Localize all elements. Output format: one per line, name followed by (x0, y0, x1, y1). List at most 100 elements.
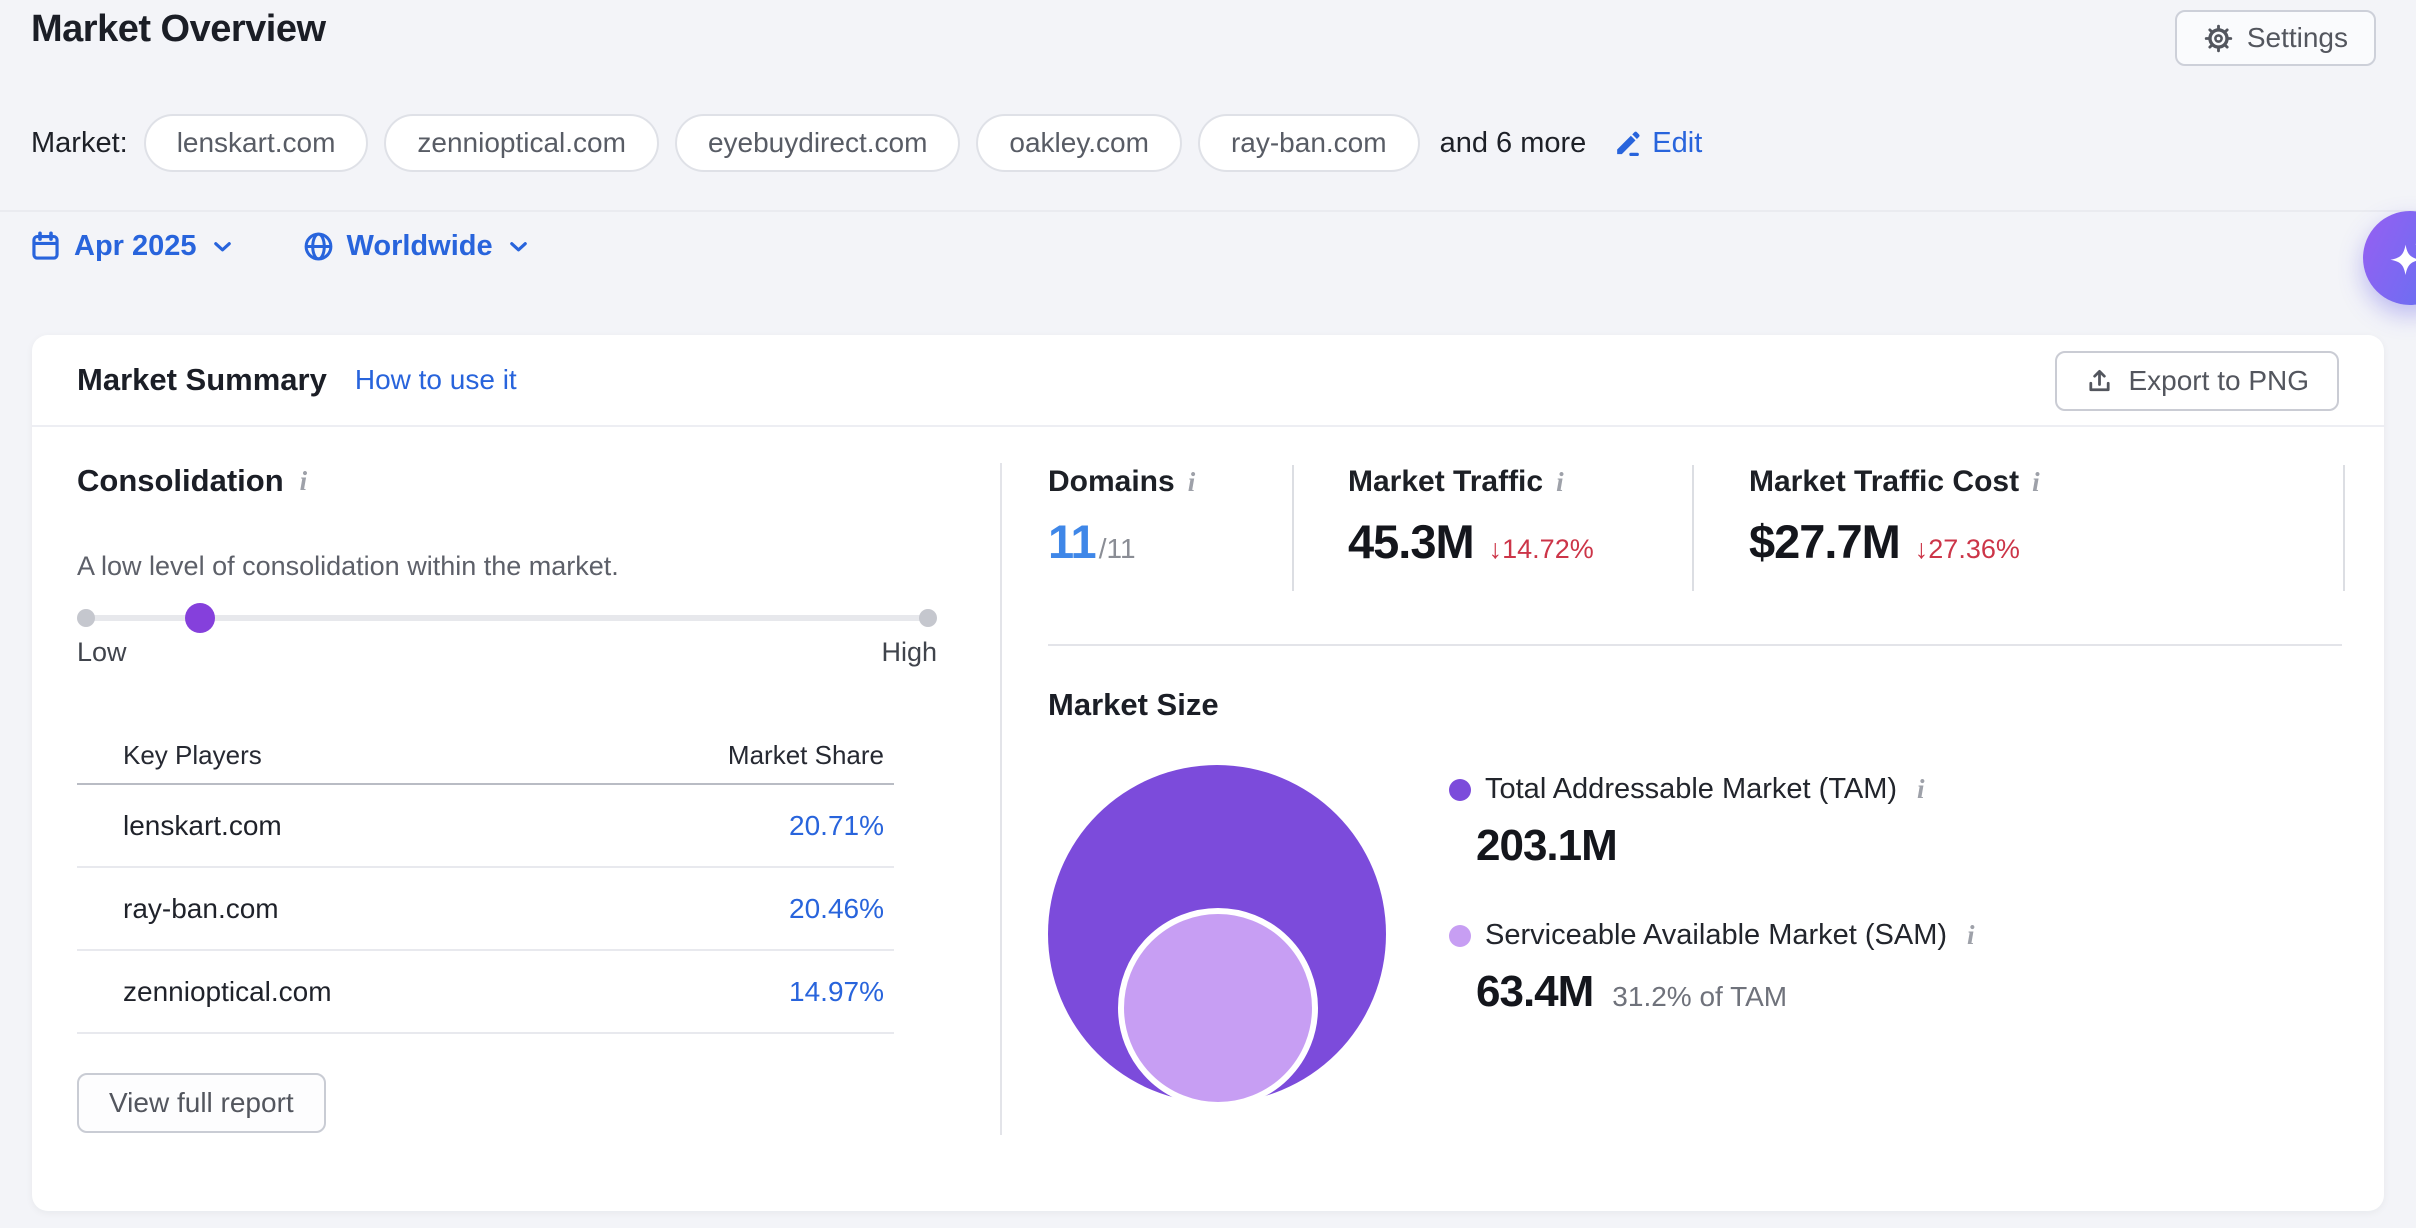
export-png-label: Export to PNG (2128, 365, 2309, 397)
date-filter-label: Apr 2025 (74, 230, 197, 263)
stat-domains: Domains 11 /11 (1048, 465, 1292, 591)
market-domain-pill[interactable]: zennioptical.com (384, 114, 659, 172)
market-domain-pill[interactable]: lenskart.com (144, 114, 369, 172)
market-overview-page: Market Overview Settings Marke (0, 0, 2416, 1228)
legend-item-sam: Serviceable Available Market (SAM) 63.4M… (1449, 919, 1975, 1017)
sam-dot-icon (1449, 925, 1471, 947)
globe-icon (302, 230, 335, 263)
tam-label: Total Addressable Market (TAM) (1485, 773, 1897, 806)
table-row: ray-ban.com 20.46% (77, 868, 894, 951)
player-domain: zennioptical.com (123, 976, 332, 1008)
col-market-share: Market Share (728, 740, 884, 771)
settings-button[interactable]: Settings (2175, 10, 2376, 66)
stat-label-text: Market Traffic (1348, 465, 1543, 499)
table-row: zennioptical.com 14.97% (77, 951, 894, 1034)
col-key-players: Key Players (123, 740, 262, 771)
table-header-row: Key Players Market Share (77, 727, 894, 785)
info-icon[interactable] (1188, 467, 1196, 498)
key-players-table: Key Players Market Share lenskart.com 20… (77, 727, 894, 1034)
gauge-end-low (77, 609, 95, 627)
traffic-value: 45.3M (1348, 514, 1474, 569)
market-domain-pill[interactable]: ray-ban.com (1198, 114, 1420, 172)
stat-domains-value-row: 11 /11 (1048, 514, 1292, 569)
sam-label-row: Serviceable Available Market (SAM) (1449, 919, 1975, 952)
chevron-down-icon (209, 233, 236, 260)
chevron-down-icon (505, 233, 532, 260)
settings-label: Settings (2247, 22, 2348, 54)
market-label: Market: (31, 127, 128, 160)
info-icon[interactable] (2032, 467, 2040, 498)
consolidation-title: Consolidation (77, 463, 307, 499)
sam-percent-note: 31.2% of TAM (1612, 981, 1787, 1013)
column-divider (1000, 463, 1002, 1135)
info-icon[interactable] (1556, 467, 1564, 498)
stat-market-traffic-cost: Market Traffic Cost $27.7M ↓27.36% (1692, 465, 2345, 591)
traffic-delta: ↓14.72% (1489, 534, 1594, 565)
filters-bar: Apr 2025 Worldwide (29, 230, 532, 263)
market-size-title: Market Size (1048, 687, 1219, 723)
gauge-end-high (919, 609, 937, 627)
export-png-button[interactable]: Export to PNG (2055, 351, 2339, 411)
consolidation-description: A low level of consolidation within the … (77, 551, 619, 582)
stat-domains-label-row: Domains (1048, 465, 1292, 499)
info-icon[interactable] (1917, 774, 1925, 805)
stats-bottom-divider (1048, 644, 2342, 646)
domains-total: /11 (1099, 533, 1136, 565)
tam-dot-icon (1449, 779, 1471, 801)
more-domains-label: and 6 more (1440, 127, 1587, 160)
player-domain: ray-ban.com (123, 893, 279, 925)
player-share-link[interactable]: 20.71% (789, 810, 884, 842)
view-full-report-button[interactable]: View full report (77, 1073, 326, 1133)
card-title: Market Summary (77, 362, 327, 398)
stat-traffic-value-row: 45.3M ↓14.72% (1348, 514, 1692, 569)
pencil-icon (1612, 128, 1643, 159)
player-share-link[interactable]: 20.46% (789, 893, 884, 925)
stat-traffic-label-row: Market Traffic (1348, 465, 1692, 499)
upload-icon (2085, 367, 2114, 396)
consolidation-gauge (78, 603, 936, 633)
date-filter[interactable]: Apr 2025 (29, 230, 236, 263)
info-icon[interactable] (300, 466, 308, 497)
sam-label: Serviceable Available Market (SAM) (1485, 919, 1947, 952)
info-icon[interactable] (1967, 920, 1975, 951)
gauge-indicator (185, 603, 215, 633)
calendar-icon (29, 230, 62, 263)
consolidation-title-text: Consolidation (77, 463, 284, 499)
sam-value: 63.4M (1476, 967, 1593, 1017)
stat-cost-label-row: Market Traffic Cost (1749, 465, 2343, 499)
gauge-low-label: Low (77, 637, 127, 668)
legend-item-tam: Total Addressable Market (TAM) 203.1M (1449, 773, 1975, 871)
player-domain: lenskart.com (123, 810, 282, 842)
header-divider (0, 210, 2416, 212)
stat-market-traffic: Market Traffic 45.3M ↓14.72% (1292, 465, 1692, 591)
edit-label: Edit (1652, 127, 1702, 160)
edit-market-link[interactable]: Edit (1612, 127, 1702, 160)
gauge-high-label: High (881, 637, 937, 668)
gear-icon (2203, 23, 2234, 54)
market-size-legend: Total Addressable Market (TAM) 203.1M Se… (1449, 773, 1975, 1017)
market-domain-pill[interactable]: oakley.com (976, 114, 1182, 172)
sam-bubble (1118, 908, 1318, 1108)
region-filter[interactable]: Worldwide (302, 230, 532, 263)
market-domain-pill[interactable]: eyebuydirect.com (675, 114, 960, 172)
stat-label-text: Market Traffic Cost (1749, 465, 2019, 499)
table-row: lenskart.com 20.71% (77, 785, 894, 868)
how-to-use-link[interactable]: How to use it (355, 364, 517, 396)
tam-value: 203.1M (1476, 821, 1617, 871)
market-bar: Market: lenskart.com zennioptical.com ey… (31, 114, 1702, 172)
ai-assistant-button[interactable] (2363, 211, 2416, 305)
domains-count-link[interactable]: 11 (1048, 514, 1096, 569)
gauge-labels: Low High (77, 637, 937, 668)
player-share-link[interactable]: 14.97% (789, 976, 884, 1008)
card-header: Market Summary How to use it Export to P… (32, 335, 2384, 427)
stat-cost-value-row: $27.7M ↓27.36% (1749, 514, 2343, 569)
market-summary-card: Market Summary How to use it Export to P… (32, 335, 2384, 1211)
cost-value: $27.7M (1749, 514, 1900, 569)
tam-value-row: 203.1M (1476, 821, 1975, 871)
cost-delta: ↓27.36% (1915, 534, 2020, 565)
sam-value-row: 63.4M 31.2% of TAM (1476, 967, 1975, 1017)
stats-row: Domains 11 /11 Market Traffic 45.3M ↓14.… (1048, 465, 2345, 591)
page-title: Market Overview (31, 8, 326, 51)
sparkle-icon (2381, 229, 2416, 287)
tam-label-row: Total Addressable Market (TAM) (1449, 773, 1975, 806)
